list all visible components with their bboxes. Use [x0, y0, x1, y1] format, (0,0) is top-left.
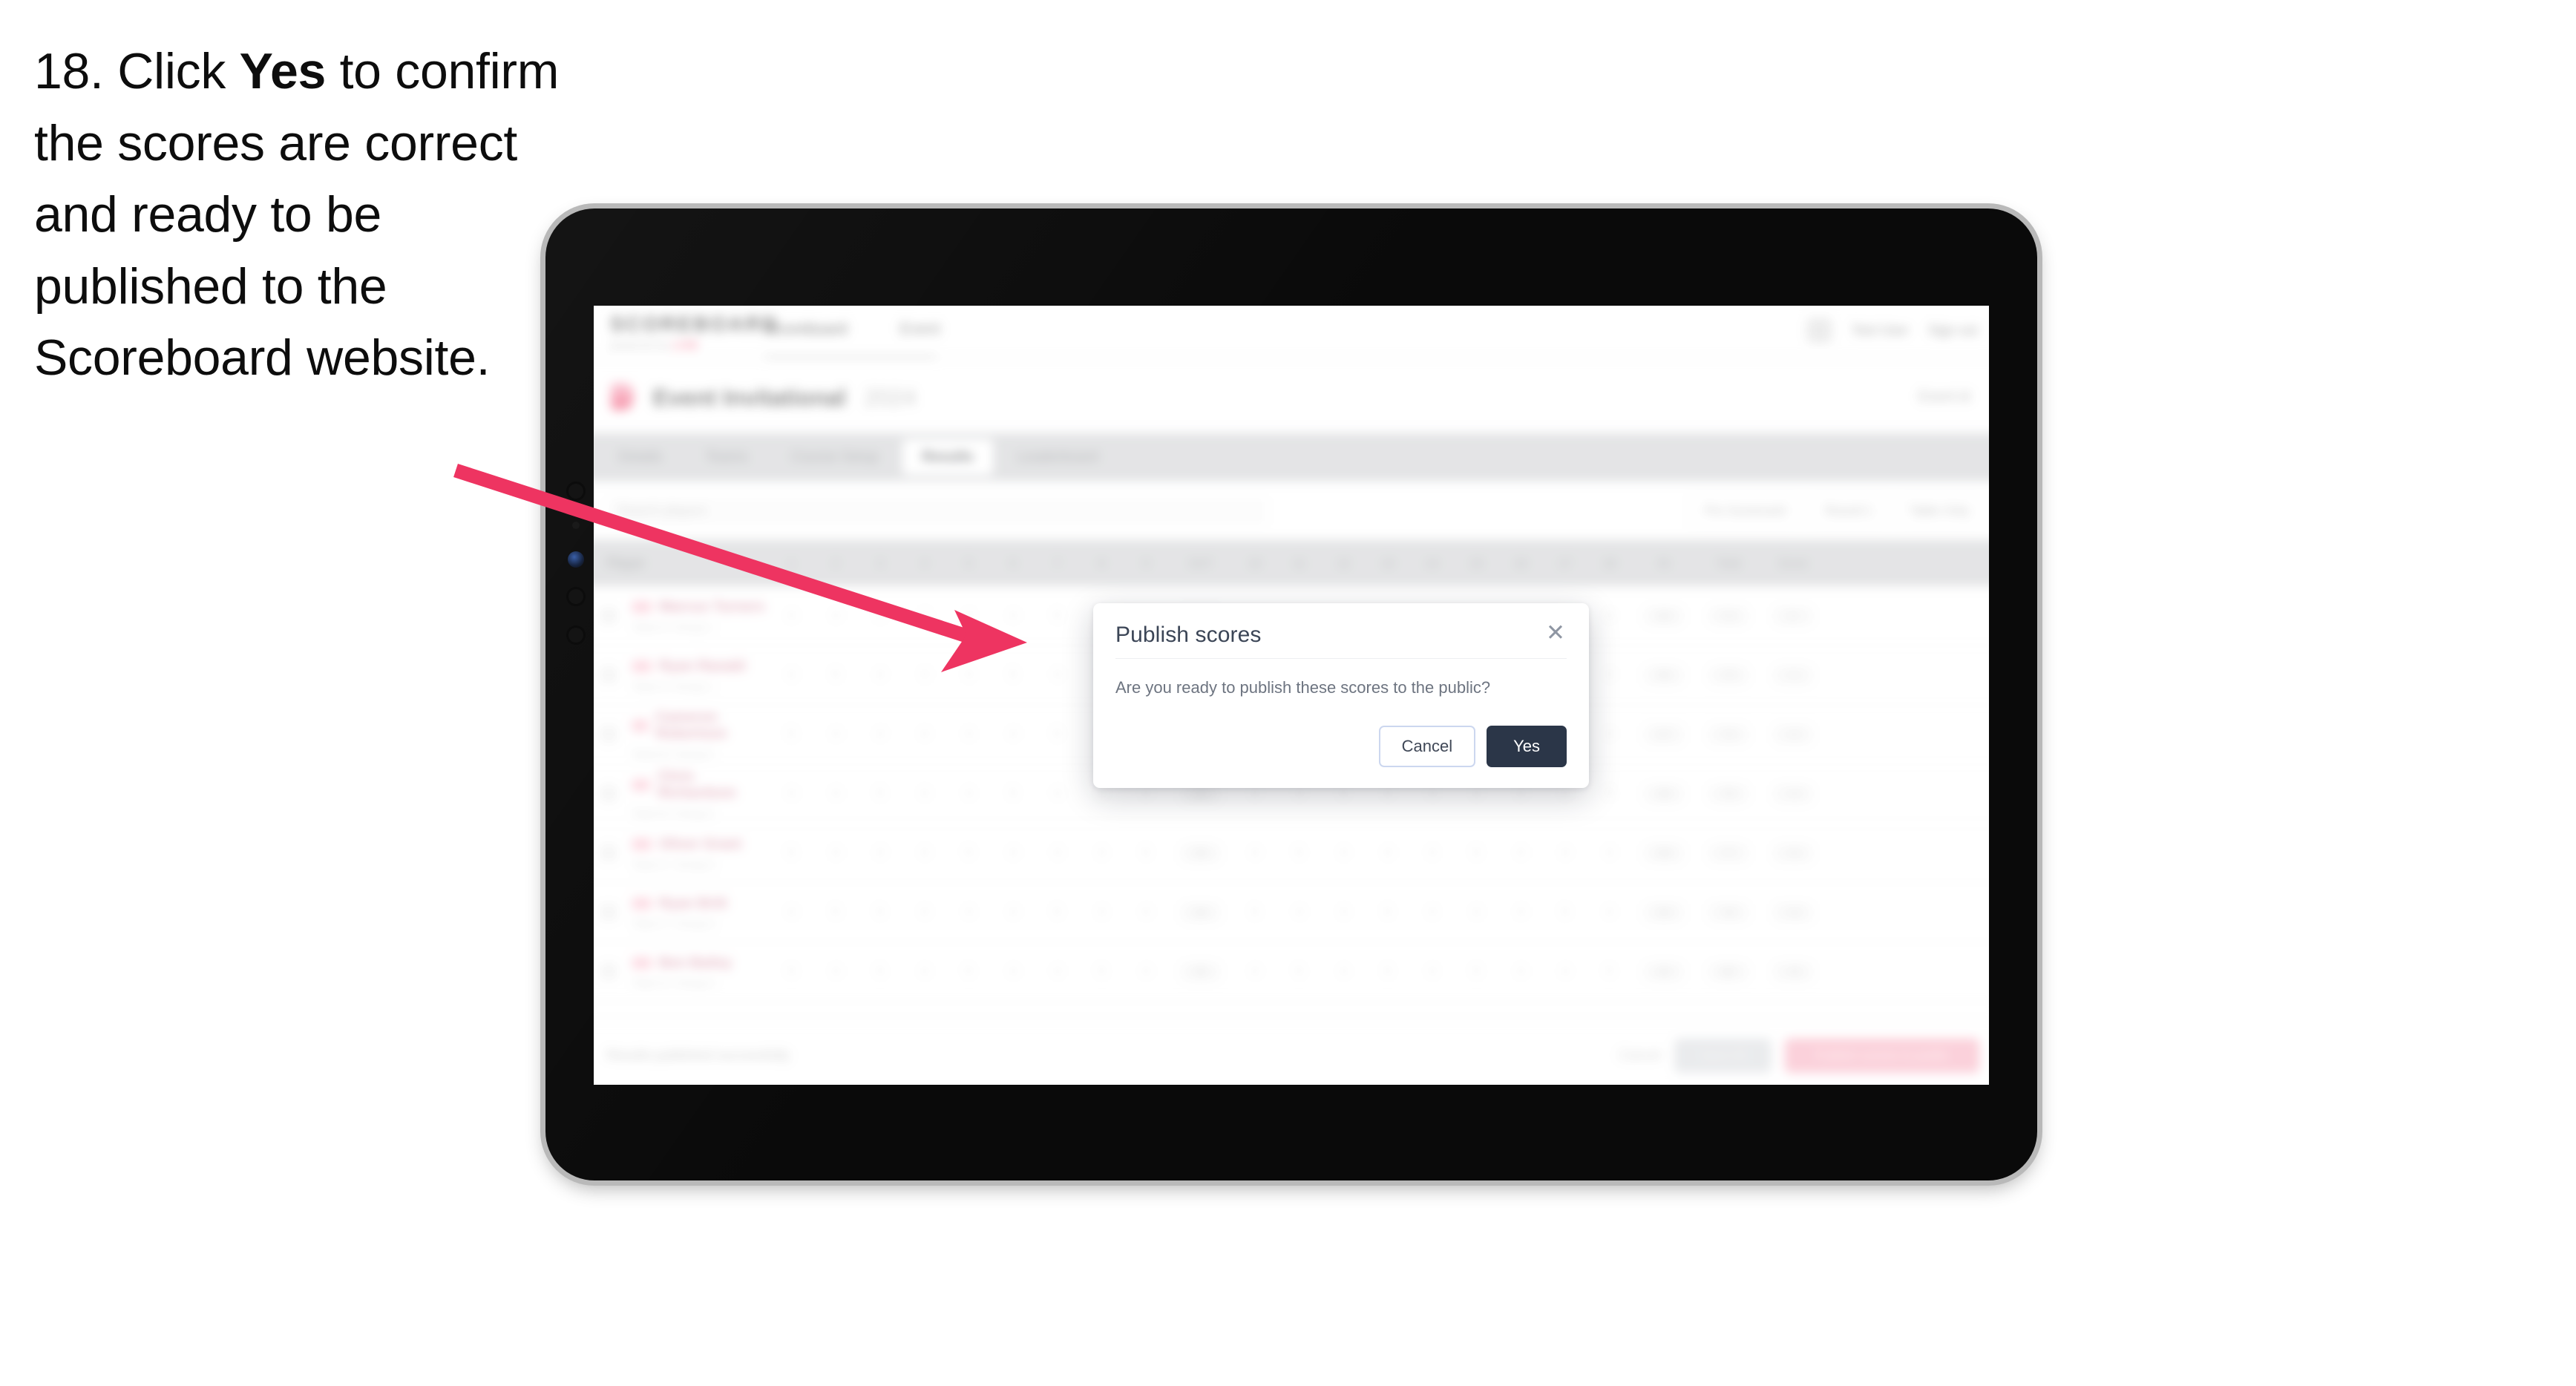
speaker-dot-icon	[566, 625, 586, 645]
caption-emphasis: Yes	[239, 43, 327, 99]
caption-number: 18.	[34, 43, 104, 99]
caption-text-before: Click	[117, 43, 226, 99]
screenshot-root: 18. Click Yes to confirm the scores are …	[0, 0, 2576, 1386]
tablet-device: SCOREBOARD powered by LIVE Scoreboard Ev…	[545, 208, 2037, 1180]
dialog-actions: Cancel Yes	[1115, 726, 1567, 767]
sensor-dot-icon	[572, 522, 580, 529]
dialog-title: Publish scores	[1115, 623, 1262, 647]
instruction-caption: 18. Click Yes to confirm the scores are …	[34, 36, 568, 394]
dialog-body-text: Are you ready to publish these scores to…	[1115, 678, 1491, 697]
close-icon[interactable]: ✕	[1541, 618, 1570, 646]
tablet-screen: SCOREBOARD powered by LIVE Scoreboard Ev…	[594, 306, 1989, 1085]
cancel-button[interactable]: Cancel	[1378, 726, 1476, 767]
rear-camera-icon	[566, 587, 586, 606]
yes-button[interactable]: Yes	[1487, 726, 1567, 767]
sensor-blue-icon	[568, 551, 584, 568]
publish-scores-dialog: Publish scores ✕ Are you ready to publis…	[1093, 603, 1589, 788]
front-camera-icon	[566, 482, 586, 501]
dialog-header: Publish scores ✕	[1115, 621, 1567, 659]
